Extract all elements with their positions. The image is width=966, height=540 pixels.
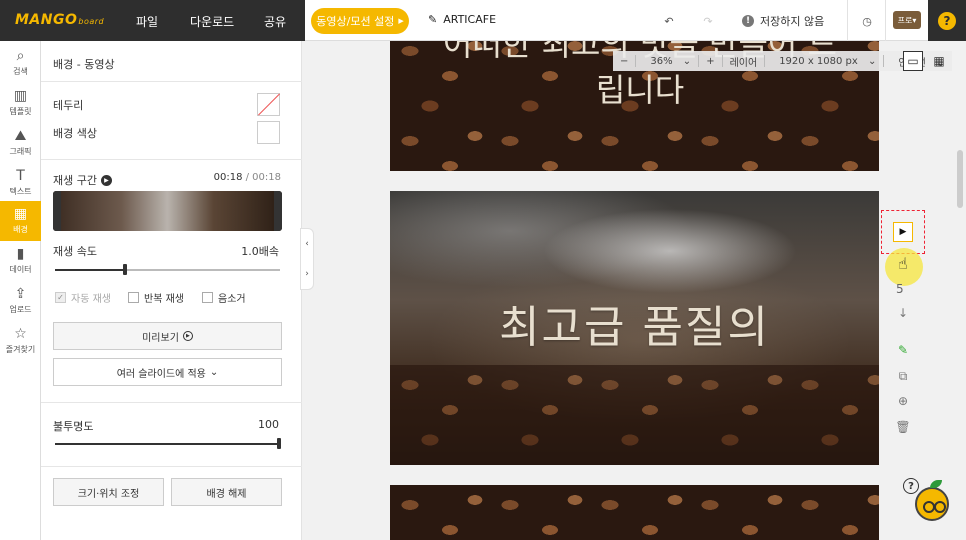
mango-mascot-icon[interactable]	[915, 487, 949, 521]
design-title[interactable]: ✎ ARTICAFE	[428, 13, 496, 26]
divider	[41, 466, 302, 467]
release-background-button[interactable]: 배경 해제	[171, 478, 282, 506]
layer-button[interactable]: 레이어	[723, 54, 765, 69]
menu-download[interactable]: 다운로드	[190, 13, 234, 30]
chevron-down-icon: ⌄	[209, 366, 219, 378]
plan-badge[interactable]: 프로 ▾	[893, 11, 921, 29]
opacity-value: 100	[258, 418, 279, 431]
border-label: 테두리	[53, 99, 84, 112]
autoplay-checkbox[interactable]: ✓ 자동 재생	[55, 290, 111, 305]
preview-button[interactable]: 미리보기 ▶	[53, 322, 282, 350]
vertical-scrollbar[interactable]	[957, 150, 963, 208]
menu-file[interactable]: 파일	[136, 13, 158, 30]
trash-icon[interactable]: 🗑	[894, 418, 912, 436]
rail-item-data[interactable]: ▮ 데이터	[0, 241, 41, 281]
divider	[41, 81, 302, 82]
play-icon: ▶	[899, 227, 907, 237]
move-down-icon[interactable]: ↓	[894, 304, 912, 322]
panel-title: 배경 - 동영상	[53, 58, 115, 71]
rail-item-search[interactable]: ⌕ 검색	[0, 43, 41, 83]
help-question-icon[interactable]: ?	[903, 478, 919, 494]
mangoboard-logo[interactable]: MANGOboard	[15, 12, 104, 28]
chevron-right-icon[interactable]: ›	[305, 269, 309, 279]
redo-icon[interactable]: ↷	[697, 10, 719, 32]
add-slide-icon[interactable]: ⊕	[894, 392, 912, 410]
slide-5[interactable]: 최고급 품질의	[390, 191, 879, 465]
divider	[41, 159, 302, 160]
motion-settings-button[interactable]: 동영상/모션 설정 ▶	[311, 8, 409, 34]
pencil-icon: ✎	[428, 13, 438, 26]
speed-label: 재생 속도	[53, 245, 97, 258]
save-status: ! 저장하지 않음	[742, 13, 824, 29]
zoom-level[interactable]: 36% ⌄	[636, 56, 698, 67]
grid-view-icon[interactable]: ▦	[929, 51, 949, 71]
search-icon: ⌕	[16, 48, 25, 64]
rail-item-upload[interactable]: ⇪ 업로드	[0, 281, 41, 321]
bg-color-swatch[interactable]	[257, 121, 280, 144]
mute-checkbox[interactable]: 음소거	[202, 290, 246, 305]
zoom-toolbar: − 36% ⌄ + 레이어 1920 x 1080 px ⌄ 안내선 ⌄	[613, 51, 952, 71]
trim-start-handle[interactable]	[53, 191, 61, 231]
zoom-out-button[interactable]: −	[613, 56, 635, 67]
speed-slider-fill	[55, 269, 125, 271]
left-icon-rail: ⌕ 검색 ▥ 템플릿 ⛰ 그래픽 T 텍스트 ▦ 배경 ▮ 데이터 ⇪ 업로드 ☆ 즐겨찾기	[0, 41, 41, 540]
history-icon[interactable]: ◷	[856, 10, 878, 32]
help-icon: ?	[938, 11, 956, 30]
check-icon: ✓	[55, 292, 66, 303]
slide-play-button[interactable]: ▶	[893, 222, 913, 242]
canvas-area: 어떠한 최고의 맛을 만들어 드립니다 최고급 품질의	[314, 41, 952, 540]
border-color-swatch[interactable]	[257, 93, 280, 116]
play-time-readout: 00:18 / 00:18	[213, 172, 281, 183]
video-trim-bar[interactable]	[53, 191, 282, 231]
template-icon: ▥	[13, 88, 28, 104]
loop-checkbox[interactable]: 반복 재생	[128, 290, 184, 305]
slide-heading[interactable]: 최고급 품질의	[390, 291, 879, 355]
chevron-left-icon[interactable]: ‹	[305, 239, 309, 249]
top-bar: MANGOboard 파일 다운로드 공유 동영상/모션 설정 ▶ ✎ ARTICA…	[0, 0, 966, 41]
text-icon: T	[16, 168, 25, 184]
speed-slider-handle[interactable]	[122, 264, 127, 275]
bgcolor-label: 배경 색상	[53, 127, 97, 140]
rail-item-text[interactable]: T 텍스트	[0, 163, 41, 203]
single-view-icon[interactable]: ▭	[903, 51, 923, 71]
trim-end-handle[interactable]	[274, 191, 282, 231]
opacity-slider-handle[interactable]	[277, 438, 281, 449]
help-button[interactable]: ?	[928, 0, 966, 41]
play-icon[interactable]: ▶	[100, 174, 112, 186]
star-icon: ☆	[14, 326, 27, 342]
opacity-slider[interactable]	[55, 443, 280, 445]
background-video-panel: 배경 - 동영상 테두리 배경 색상 재생 구간 ▶ 00:18 / 00:18 …	[41, 41, 302, 540]
chart-icon: ▮	[16, 246, 25, 262]
slide-number: 5	[896, 282, 904, 296]
undo-icon[interactable]: ↶	[658, 10, 680, 32]
divider	[847, 0, 848, 41]
divider	[885, 0, 886, 41]
background-icon: ▦	[13, 206, 28, 222]
resize-position-button[interactable]: 크기·위치 조정	[53, 478, 164, 506]
zoom-in-button[interactable]: +	[699, 56, 721, 67]
play-range-label: 재생 구간 ▶	[53, 172, 112, 188]
paint-brush-icon[interactable]: ✎	[894, 341, 912, 359]
canvas-size-dropdown[interactable]: 1920 x 1080 px ⌄	[765, 56, 883, 67]
divider	[41, 402, 302, 403]
opacity-label: 불투명도	[53, 420, 94, 433]
rail-item-graphic[interactable]: ⛰ 그래픽	[0, 123, 41, 163]
top-bar-dark-section: MANGOboard 파일 다운로드 공유	[0, 0, 305, 41]
slide-6[interactable]	[390, 485, 879, 540]
hand-cursor-icon: ☝	[898, 254, 908, 273]
play-icon: ▶	[182, 331, 193, 341]
rail-item-background[interactable]: ▦ 배경	[0, 201, 41, 241]
panel-collapse-tab[interactable]: ‹ ›	[300, 228, 314, 290]
graphic-icon: ⛰	[14, 128, 27, 144]
rail-item-favorites[interactable]: ☆ 즐겨찾기	[0, 321, 41, 361]
apply-multiple-slides-button[interactable]: 여러 슬라이드에 적용 ⌄	[53, 358, 282, 386]
upload-icon: ⇪	[14, 286, 27, 302]
info-icon: !	[742, 15, 754, 27]
menu-share[interactable]: 공유	[264, 13, 286, 30]
copy-icon[interactable]: ⧉	[894, 367, 912, 385]
play-triangle-icon: ▶	[398, 17, 404, 25]
coffee-beans-image	[390, 365, 879, 465]
rail-item-template[interactable]: ▥ 템플릿	[0, 83, 41, 123]
speed-value: 1.0배속	[241, 245, 279, 258]
